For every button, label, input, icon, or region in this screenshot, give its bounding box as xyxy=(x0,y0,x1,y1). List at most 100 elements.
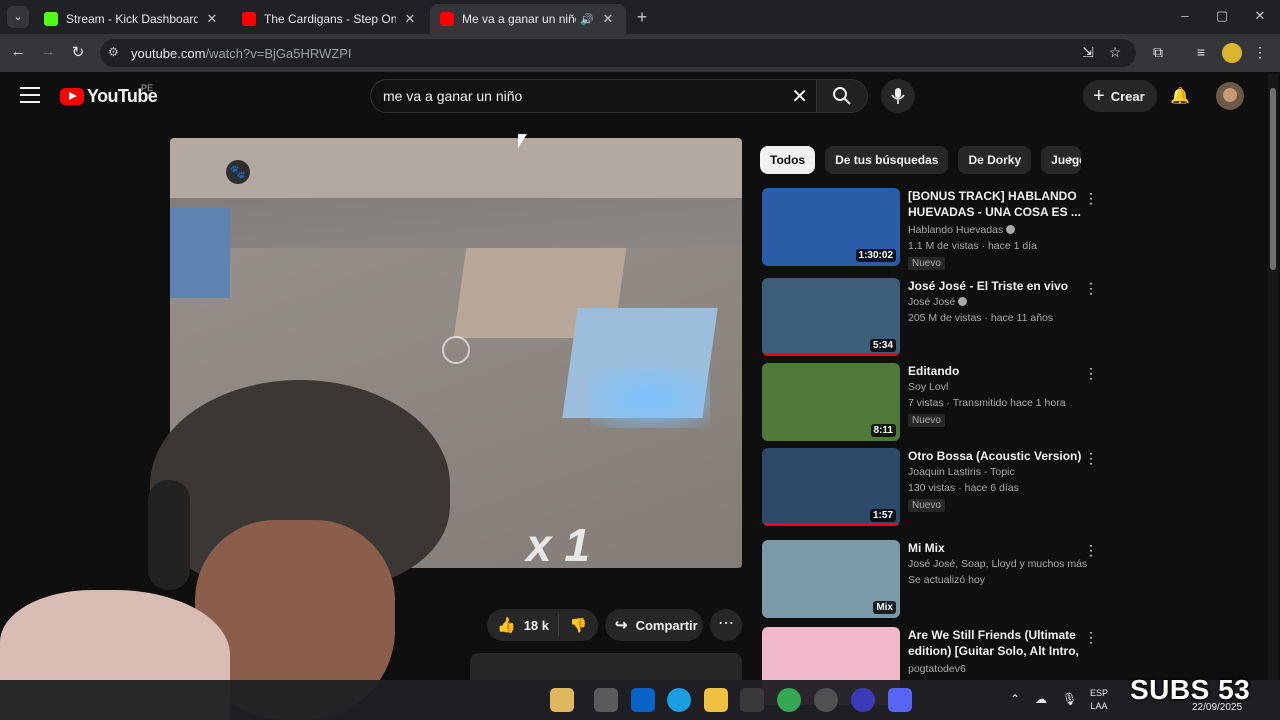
microphone-tray-icon[interactable]: 🎙 xyxy=(1062,692,1077,706)
window-close-icon[interactable]: ✕ xyxy=(1250,8,1270,24)
search-input[interactable]: me va a ganar un niño ✕ xyxy=(370,79,816,113)
chrome-icon[interactable] xyxy=(777,688,801,712)
show-hidden-icons-chevron-icon[interactable]: ⌃ xyxy=(1010,692,1020,706)
new-badge: Nuevo xyxy=(908,414,945,427)
browser-profile-avatar[interactable] xyxy=(1222,43,1242,63)
store-icon[interactable] xyxy=(740,688,764,712)
video-thumbnail[interactable]: 5:34 xyxy=(762,278,900,356)
file-explorer-icon[interactable] xyxy=(704,688,728,712)
related-video-item[interactable]: 8:11 Editando Soy Lovl 7 vistas · Transmiti… xyxy=(762,363,1102,443)
tab-search-button[interactable]: ⌄ xyxy=(7,6,29,28)
bookmark-star-icon[interactable]: ☆ xyxy=(1105,44,1125,61)
discord-icon[interactable] xyxy=(888,688,912,712)
more-vertical-icon[interactable]: ⋮ xyxy=(1084,190,1098,207)
media-controls-icon[interactable]: ≡ xyxy=(1191,44,1211,60)
related-video-item[interactable]: Mix Mi Mix José José, Soap, Lloyd y muchos… xyxy=(762,540,1102,620)
create-label: Crear xyxy=(1110,88,1145,104)
voice-search-button[interactable] xyxy=(881,79,915,113)
taskbar-app-icon[interactable] xyxy=(814,688,838,712)
notifications-bell-icon[interactable]: 🔔 xyxy=(1170,86,1190,106)
more-vertical-icon[interactable]: ⋮ xyxy=(1084,450,1098,467)
share-button[interactable]: ↪ Compartir xyxy=(605,609,703,641)
like-button[interactable]: 👍 18 k xyxy=(487,614,559,636)
browser-tab[interactable]: The Cardigans - Step On Me (A ✕ xyxy=(232,4,428,34)
chip-todos[interactable]: Todos xyxy=(760,146,816,174)
related-video-item[interactable]: 1:57 Otro Bossa (Acoustic Version) Joaquin… xyxy=(762,448,1102,528)
video-title[interactable]: Mi Mix xyxy=(908,540,1082,556)
taskbar-app-icon[interactable] xyxy=(550,688,574,712)
network-icon[interactable]: ☁ xyxy=(1035,692,1047,706)
browser-menu-icon[interactable]: ⋮ xyxy=(1250,44,1270,61)
like-count: 18 k xyxy=(523,617,549,633)
browser-tab[interactable]: Stream - Kick Dashboard ✕ xyxy=(34,4,230,34)
chevron-right-icon[interactable]: › xyxy=(1068,150,1073,166)
close-icon[interactable]: ✕ xyxy=(204,11,220,27)
install-app-icon[interactable]: ⇲ xyxy=(1078,44,1098,61)
keyboard-language[interactable]: ESP LAA xyxy=(1090,687,1108,713)
thumbs-up-icon: 👍 xyxy=(497,617,516,634)
browser-toolbar: ← → ↻ ⚙ youtube.com/watch?v=BjGa5HRWZPI … xyxy=(0,34,1280,72)
channel-name[interactable]: pogtatodev6 xyxy=(908,663,966,675)
address-bar[interactable]: ⚙ youtube.com/watch?v=BjGa5HRWZPI xyxy=(100,39,1136,67)
channel-name[interactable]: Soy Lovl xyxy=(908,381,948,393)
video-title[interactable]: [BONUS TRACK] HABLANDO HUEVADAS - UNA CO… xyxy=(908,188,1082,220)
new-badge: Nuevo xyxy=(908,499,945,512)
video-title[interactable]: José José - El Triste en vivo xyxy=(908,278,1082,294)
back-icon[interactable]: ← xyxy=(8,43,28,60)
edge-browser-icon[interactable] xyxy=(667,688,691,712)
obs-icon[interactable] xyxy=(851,688,875,712)
browser-tab-active[interactable]: Me va a ganar un niño!! (Fr 🔊 ✕ xyxy=(430,4,626,34)
channel-name[interactable]: Joaquin Lastiris - Topic xyxy=(908,466,1015,478)
chip-de-dorky[interactable]: De Dorky xyxy=(958,146,1032,174)
youtube-favicon-icon xyxy=(440,12,454,26)
page-scrollbar-thumb[interactable] xyxy=(1270,88,1276,270)
extensions-icon[interactable]: ⧉ xyxy=(1148,44,1168,61)
speaker-icon[interactable]: 🔊 xyxy=(580,13,594,26)
site-info-icon[interactable]: ⚙ xyxy=(108,45,119,59)
channel-name[interactable]: Hablando Huevadas xyxy=(908,224,1016,236)
close-icon[interactable]: ✕ xyxy=(402,11,418,27)
video-title[interactable]: Are We Still Friends (Ultimate edition) … xyxy=(908,627,1082,661)
clear-search-icon[interactable]: ✕ xyxy=(791,84,808,109)
video-thumbnail[interactable]: 1:57 xyxy=(762,448,900,526)
more-vertical-icon[interactable]: ⋮ xyxy=(1084,365,1098,382)
maximize-icon[interactable]: ▢ xyxy=(1212,8,1232,24)
video-thumbnail[interactable]: 1:30:02 xyxy=(762,188,900,266)
related-video-item[interactable]: 5:34 José José - El Triste en vivo José Jo… xyxy=(762,278,1102,358)
new-tab-button[interactable]: + xyxy=(632,7,652,28)
search-button[interactable] xyxy=(816,79,868,113)
more-vertical-icon[interactable]: ⋮ xyxy=(1084,629,1098,646)
video-title[interactable]: Otro Bossa (Acoustic Version) xyxy=(908,448,1082,464)
video-duration: 5:34 xyxy=(869,339,896,352)
chip-juego[interactable]: Juego xyxy=(1041,146,1082,174)
channel-name[interactable]: José José xyxy=(908,296,968,308)
webcam-headset xyxy=(148,480,190,590)
new-badge: Nuevo xyxy=(908,257,945,270)
taskbar-taskview-icon[interactable] xyxy=(594,688,618,712)
dislike-button[interactable]: 👎 xyxy=(559,617,598,634)
channel-name-text: Joaquin Lastiris - Topic xyxy=(908,466,1015,478)
channel-name-text: José José xyxy=(908,296,956,308)
video-title[interactable]: Editando xyxy=(908,363,1082,379)
more-vertical-icon[interactable]: ⋮ xyxy=(1084,280,1098,297)
chip-de-tus-busquedas[interactable]: De tus búsquedas xyxy=(825,146,949,174)
streamer-webcam-overlay xyxy=(0,370,470,720)
watch-progress-bar xyxy=(762,523,900,526)
channel-name[interactable]: José José, Soap, Lloyd y muchos más xyxy=(908,558,1087,570)
outlook-icon[interactable] xyxy=(631,688,655,712)
related-video-item[interactable]: 1:30:02 [BONUS TRACK] HABLANDO HUEVADAS -… xyxy=(762,188,1102,270)
close-icon[interactable]: ✕ xyxy=(600,11,616,27)
create-button[interactable]: + Crear xyxy=(1083,80,1157,112)
forward-icon[interactable]: → xyxy=(38,43,58,60)
more-actions-button[interactable]: ⋯ xyxy=(710,609,742,641)
video-thumbnail[interactable]: 8:11 xyxy=(762,363,900,441)
guide-menu-icon[interactable] xyxy=(20,87,40,108)
tab-title: The Cardigans - Step On Me (A xyxy=(264,12,396,26)
youtube-account-avatar[interactable] xyxy=(1216,82,1244,110)
video-thumbnail[interactable]: Mix xyxy=(762,540,900,618)
description-box[interactable] xyxy=(470,653,742,681)
address-url: youtube.com/watch?v=BjGa5HRWZPI xyxy=(131,46,352,61)
reload-icon[interactable]: ↻ xyxy=(68,43,88,61)
more-vertical-icon[interactable]: ⋮ xyxy=(1084,542,1098,559)
minimize-icon[interactable]: – xyxy=(1175,8,1195,23)
